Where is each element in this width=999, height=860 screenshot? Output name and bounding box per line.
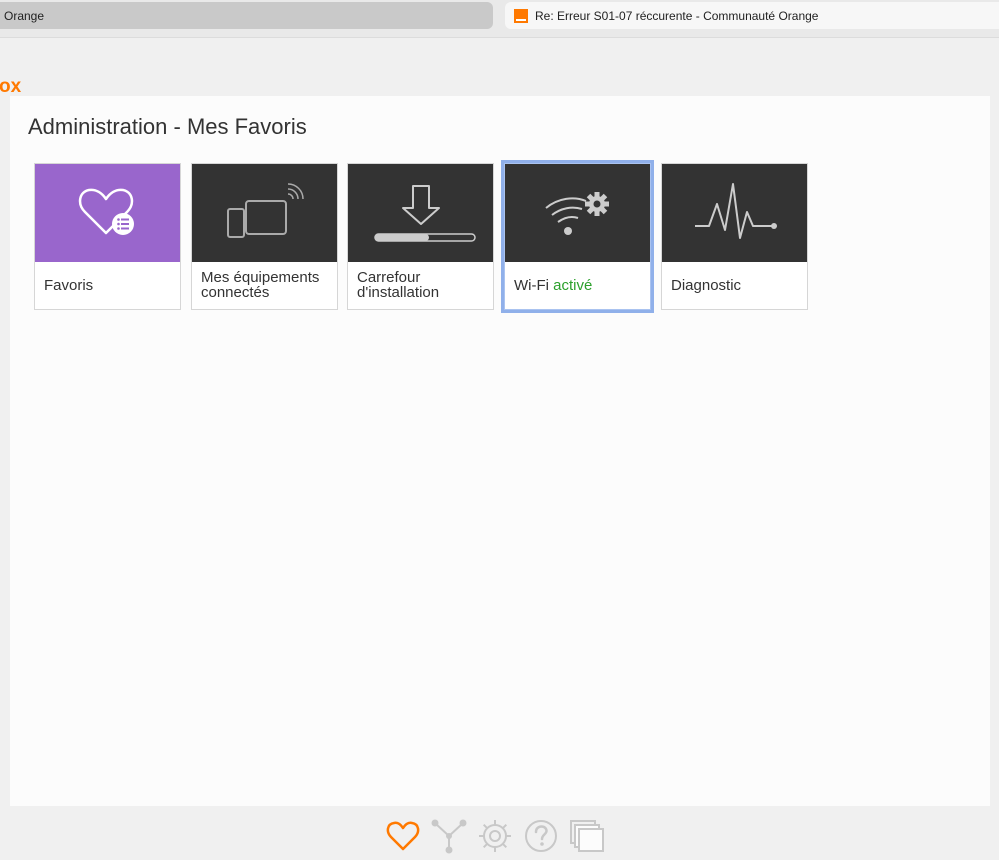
livebox-logo-fragment: ox bbox=[0, 76, 22, 97]
windows-icon bbox=[570, 820, 604, 852]
heart-icon bbox=[386, 821, 420, 851]
tile-mes-equipements[interactable]: Mes équipements connectés bbox=[191, 163, 338, 310]
bottom-nav bbox=[383, 816, 623, 856]
download-install-icon bbox=[373, 185, 476, 242]
heart-list-icon bbox=[78, 188, 134, 235]
tile-wifi[interactable]: Wi-Fi activé bbox=[504, 163, 651, 310]
nav-help[interactable] bbox=[521, 817, 561, 855]
tile-label: Carrefour d'installation bbox=[357, 269, 440, 301]
browser-tab-orange[interactable]: Orange bbox=[0, 2, 493, 29]
connected-devices-icon bbox=[226, 183, 304, 238]
tile-icon-area bbox=[662, 164, 807, 262]
gear-icon bbox=[479, 820, 511, 852]
main-panel: Administration - Mes Favoris Favoris Mes… bbox=[10, 96, 990, 806]
tile-label: Wi-Fi activé bbox=[514, 278, 646, 293]
tile-label: Favoris bbox=[44, 277, 94, 294]
help-icon bbox=[525, 820, 557, 852]
wifi-status: activé bbox=[553, 277, 593, 294]
tab-title: Re: Erreur S01-07 réccurente - Communaut… bbox=[535, 8, 819, 23]
wifi-settings-icon bbox=[544, 192, 609, 235]
nav-network[interactable] bbox=[429, 817, 469, 855]
tile-label: Mes équipements connectés bbox=[201, 269, 320, 301]
tile-carrefour-installation[interactable]: Carrefour d'installation bbox=[347, 163, 494, 310]
browser-tab-communaute[interactable]: Re: Erreur S01-07 réccurente - Communaut… bbox=[505, 2, 999, 29]
nav-settings[interactable] bbox=[475, 817, 515, 855]
tile-icon-area bbox=[35, 164, 180, 262]
page-title: Administration - Mes Favoris bbox=[28, 114, 307, 139]
browser-tab-bar: Orange Re: Erreur S01-07 réccurente - Co… bbox=[0, 0, 999, 38]
tile-favoris[interactable]: Favoris bbox=[34, 163, 181, 310]
network-icon bbox=[431, 819, 467, 854]
nav-windows[interactable] bbox=[567, 817, 607, 855]
tile-label: Diagnostic bbox=[671, 277, 742, 294]
orange-favicon-icon bbox=[514, 8, 528, 23]
tile-icon-area bbox=[505, 164, 650, 262]
tile-diagnostic[interactable]: Diagnostic bbox=[661, 163, 808, 310]
tile-icon-area bbox=[348, 164, 493, 262]
wifi-label: Wi-Fi bbox=[514, 277, 549, 294]
pulse-icon bbox=[694, 183, 777, 239]
tile-icon-area bbox=[192, 164, 337, 262]
nav-favorites[interactable] bbox=[383, 817, 423, 855]
tab-title: Orange bbox=[4, 8, 45, 23]
